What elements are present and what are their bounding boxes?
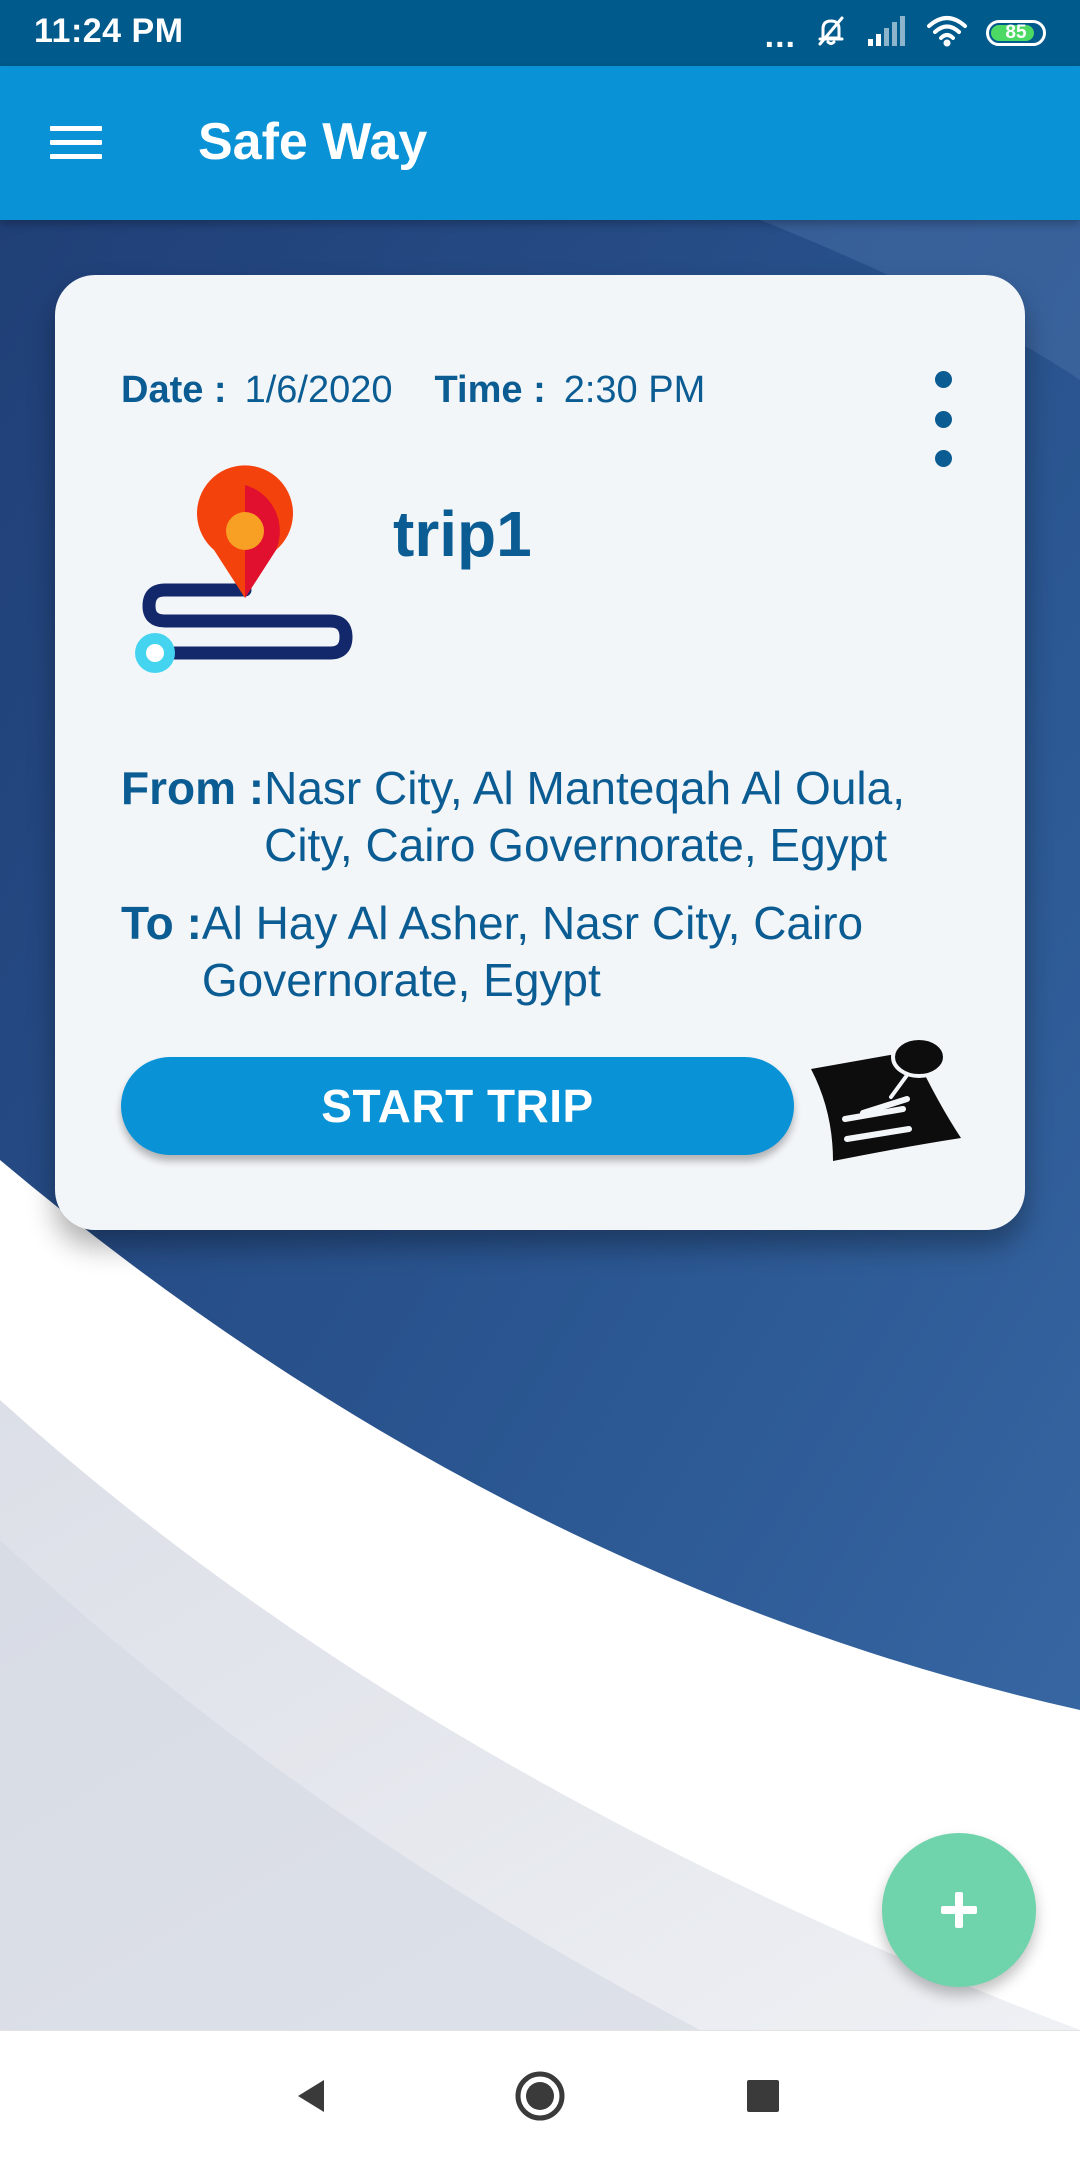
status-time: 11:24 PM xyxy=(34,12,184,50)
route-map-pin-icon xyxy=(135,465,353,673)
battery-icon: 85 xyxy=(986,20,1046,46)
to-address: To : Al Hay Al Asher, Nasr City, Cairo G… xyxy=(121,895,981,1009)
date-label: Date : xyxy=(121,369,227,411)
add-trip-button[interactable] xyxy=(882,1833,1036,1987)
sticky-note-icon[interactable] xyxy=(803,1035,963,1175)
trip-card[interactable]: Date : 1/6/2020 Time : 2:30 PM trip1 From :… xyxy=(55,275,1025,1230)
status-bar: 11:24 PM ... 85 xyxy=(0,0,1080,66)
app-bar: Safe Way xyxy=(0,66,1080,220)
from-address: From : Nasr City, Al Manteqah Al Oula, C… xyxy=(121,760,981,874)
status-icons: ... 85 xyxy=(765,12,1046,54)
time-value: 2:30 PM xyxy=(563,369,706,411)
from-value: Nasr City, Al Manteqah Al Oula, City, Ca… xyxy=(264,762,905,871)
to-value: Al Hay Al Asher, Nasr City, Cairo Govern… xyxy=(201,897,864,1006)
start-trip-button[interactable]: START TRIP xyxy=(121,1057,794,1155)
plus-icon xyxy=(941,1892,977,1928)
app-title: Safe Way xyxy=(198,113,428,171)
hamburger-menu-icon[interactable] xyxy=(42,115,112,171)
time-label: Time : xyxy=(434,369,546,411)
from-label: From : xyxy=(121,762,265,814)
more-vertical-icon[interactable] xyxy=(915,371,971,467)
wifi-icon xyxy=(926,15,968,52)
battery-level: 85 xyxy=(1005,22,1027,43)
recents-icon[interactable] xyxy=(728,2061,798,2131)
signal-icon xyxy=(866,15,908,52)
trip-name: trip1 xyxy=(393,498,532,570)
more-notifications-icon: ... xyxy=(764,17,796,55)
back-icon[interactable] xyxy=(277,2061,347,2131)
to-label: To : xyxy=(121,897,202,949)
navigation-bar xyxy=(0,2030,1080,2161)
date-time-row: Date : 1/6/2020 Time : 2:30 PM xyxy=(121,369,705,412)
home-icon[interactable] xyxy=(505,2061,575,2131)
date-value: 1/6/2020 xyxy=(244,369,393,411)
mute-icon xyxy=(814,14,848,53)
